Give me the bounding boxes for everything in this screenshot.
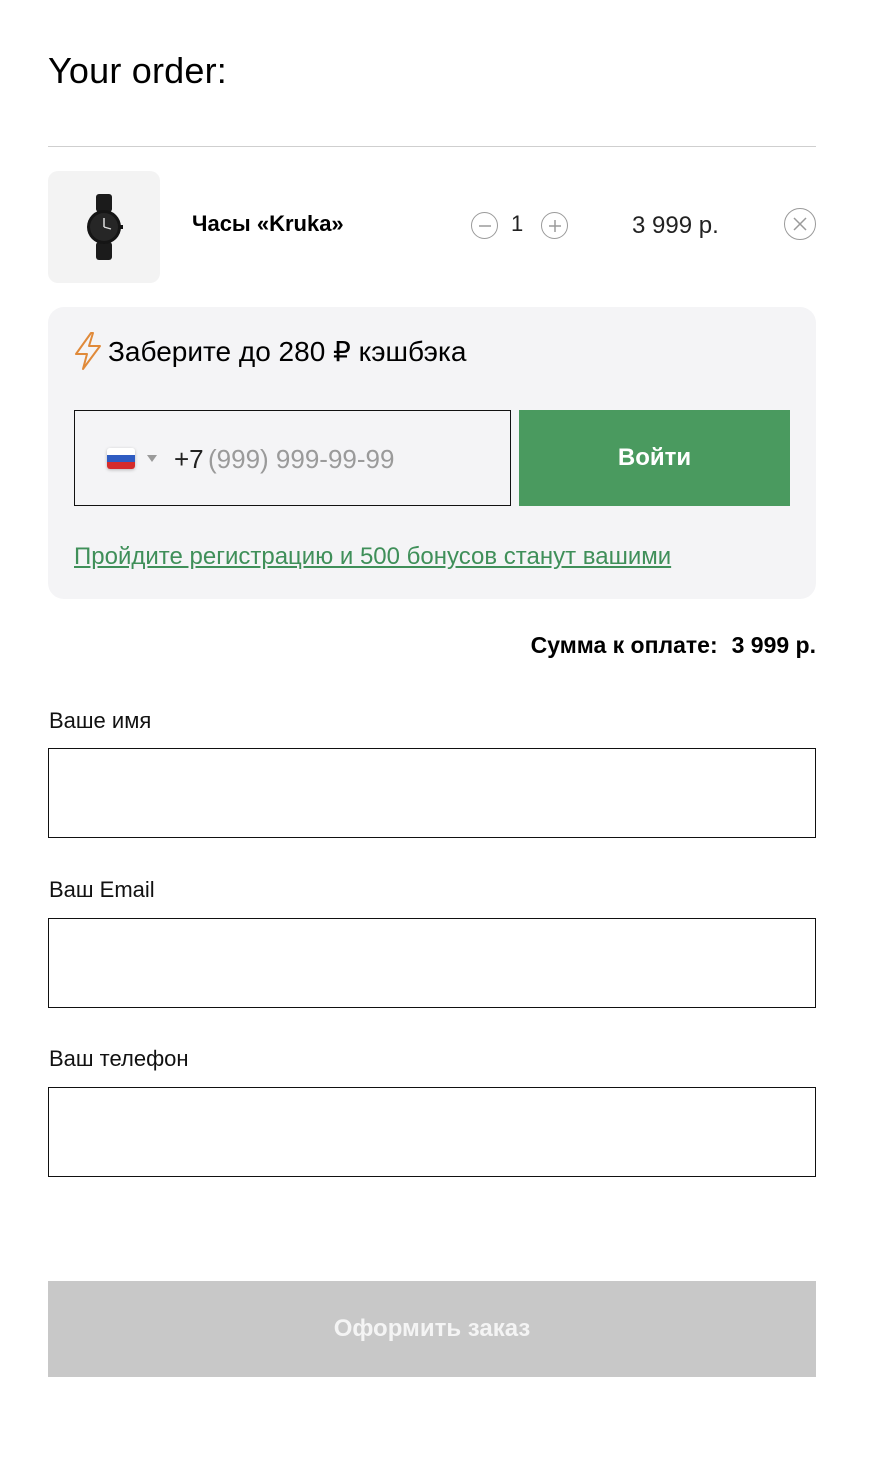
register-link[interactable]: Пройдите регистрацию и 500 бонусов стану… (74, 543, 671, 571)
order-page: Your order: Часы «Kruka» 1 3 999 р. Забе… (0, 0, 870, 1474)
product-name[interactable]: Часы «Kruka» (192, 211, 344, 237)
phone-label: Ваш телефон (49, 1046, 189, 1071)
caret-down-icon[interactable] (147, 455, 157, 462)
email-input[interactable] (48, 918, 816, 1008)
name-input[interactable] (48, 748, 816, 838)
lightning-icon (75, 332, 101, 370)
decrease-quantity-button[interactable] (471, 212, 498, 239)
phone-login-field[interactable]: +7 (74, 410, 511, 506)
email-label: Ваш Email (49, 877, 155, 902)
phone-input[interactable] (208, 435, 498, 483)
cart-item: Часы «Kruka» 1 3 999 р. (48, 171, 816, 283)
total-label: Сумма к оплате: (530, 632, 718, 658)
cashback-title: Заберите до 280 ₽ кэшбэка (108, 335, 467, 367)
wristwatch-icon (87, 194, 123, 260)
cashback-panel: Заберите до 280 ₽ кэшбэка +7 Войти Пройд… (48, 307, 816, 599)
product-thumbnail[interactable] (48, 171, 160, 283)
order-total: Сумма к оплате: 3 999 р. (531, 632, 816, 659)
close-icon (793, 217, 807, 231)
remove-item-button[interactable] (784, 208, 816, 240)
name-label: Ваше имя (49, 708, 152, 733)
phone-field[interactable] (48, 1087, 816, 1177)
login-button[interactable]: Войти (519, 410, 790, 506)
product-price: 3 999 р. (632, 212, 719, 239)
plus-icon (548, 219, 561, 232)
quantity-value: 1 (511, 211, 524, 236)
increase-quantity-button[interactable] (541, 212, 568, 239)
phone-country-code: +7 (174, 444, 204, 474)
cashback-heading: Заберите до 280 ₽ кэшбэка (72, 331, 466, 371)
russia-flag-icon[interactable] (107, 448, 135, 469)
total-amount: 3 999 р. (731, 632, 816, 658)
page-title: Your order: (48, 50, 227, 91)
minus-icon (478, 224, 491, 227)
divider (48, 146, 816, 147)
place-order-button[interactable]: Оформить заказ (48, 1281, 816, 1377)
